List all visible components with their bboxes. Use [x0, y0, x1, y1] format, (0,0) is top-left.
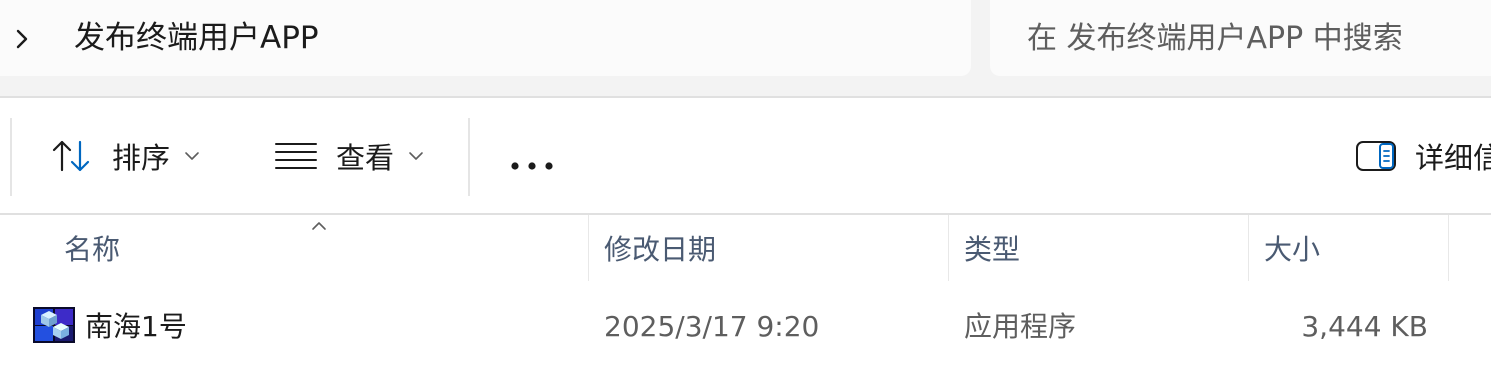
sort-ascending-icon — [312, 222, 326, 230]
file-type: 应用程序 — [964, 310, 1077, 343]
details-pane-button[interactable]: 详细信 — [1355, 134, 1491, 178]
chevron-right-icon[interactable] — [12, 27, 32, 51]
column-resize-handle[interactable] — [588, 215, 589, 281]
file-modified-date: 2025/3/17 9:20 — [604, 310, 820, 343]
toolbar-separator — [10, 118, 12, 196]
breadcrumb-item-folder[interactable]: 发布终端用户APP — [74, 18, 319, 58]
details-label: 详细信 — [1415, 141, 1491, 175]
column-resize-handle[interactable] — [1248, 215, 1249, 281]
toolbar-separator — [468, 118, 470, 196]
more-options-button[interactable] — [509, 144, 555, 188]
sort-label: 排序 — [112, 141, 171, 175]
column-header-type[interactable]: 类型 — [964, 232, 1020, 268]
column-header-name[interactable]: 名称 — [64, 232, 120, 268]
file-name[interactable]: 南海1号 — [85, 309, 187, 345]
details-pane-icon — [1356, 141, 1396, 171]
view-label: 查看 — [336, 141, 395, 175]
breadcrumb[interactable]: 发布终端用户APP — [0, 0, 971, 76]
search-placeholder: 在 发布终端用户APP 中搜索 — [1027, 21, 1403, 56]
address-bar-area: 发布终端用户APP 在 发布终端用户APP 中搜索 — [0, 0, 1491, 97]
column-resize-handle[interactable] — [1448, 215, 1449, 281]
sort-arrows-icon — [52, 140, 90, 172]
view-button[interactable]: 查看 — [274, 134, 424, 178]
column-header-size[interactable]: 大小 — [1264, 232, 1320, 268]
list-view-icon — [275, 143, 317, 169]
chevron-down-icon — [185, 152, 199, 160]
chevron-down-icon — [409, 152, 423, 160]
column-header-row: 名称 修改日期 类型 大小 — [0, 215, 1491, 281]
more-icon — [511, 162, 553, 170]
file-row[interactable]: 南海1号 2025/3/17 9:20 应用程序 3,444 KB — [0, 295, 1491, 361]
application-icon — [33, 307, 75, 343]
column-resize-handle[interactable] — [948, 215, 949, 281]
file-size: 3,444 KB — [1301, 310, 1428, 343]
command-bar: 排序 查看 详细信 — [0, 98, 1491, 214]
sort-button[interactable]: 排序 — [50, 134, 200, 178]
search-input[interactable]: 在 发布终端用户APP 中搜索 — [990, 0, 1491, 76]
column-header-modified[interactable]: 修改日期 — [604, 232, 716, 268]
